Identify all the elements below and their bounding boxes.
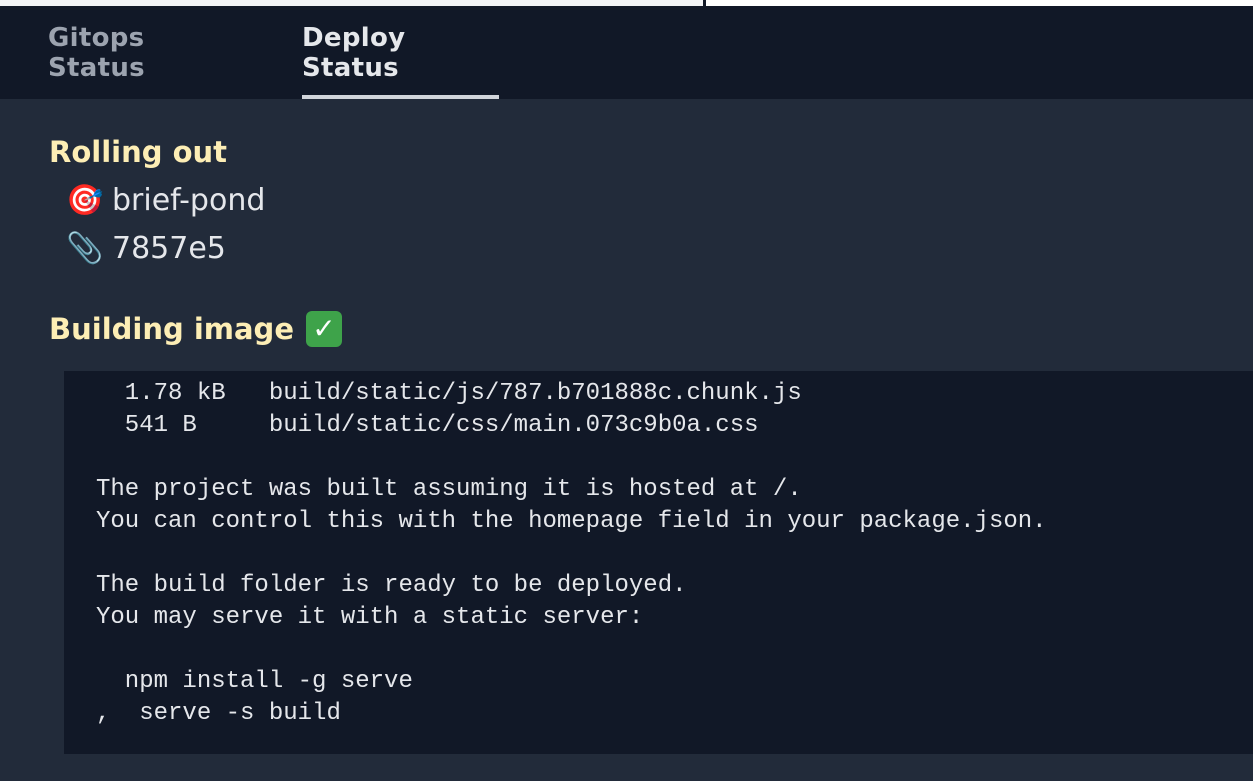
target-icon: 🎯 xyxy=(66,183,104,218)
build-log[interactable]: 1.78 kB build/static/js/787.b701888c.chu… xyxy=(64,371,1253,754)
log-line: , serve -s build xyxy=(96,700,341,727)
top-strip-left xyxy=(0,0,703,6)
building-image-heading: Building image ✓ xyxy=(49,311,342,347)
top-strip xyxy=(0,0,1253,7)
check-mark-icon: ✓ xyxy=(306,311,342,347)
tab-gitops-status[interactable]: Gitops Status xyxy=(48,7,238,99)
tab-gitops-status-label: Gitops Status xyxy=(48,23,145,83)
log-line: You may serve it with a static server: xyxy=(96,604,644,631)
rollout-commit-hash: 7857e5 xyxy=(112,231,226,266)
top-strip-right xyxy=(706,0,1253,6)
tab-deploy-status-label: Deploy Status xyxy=(302,23,406,83)
paperclip-icon: 📎 xyxy=(66,231,104,266)
tab-bar: Gitops Status Deploy Status xyxy=(0,7,1253,99)
bottom-padding xyxy=(0,755,1253,781)
log-line: npm install -g serve xyxy=(96,668,413,695)
deploy-status-panel: Rolling out 🎯 brief-pond 📎 7857e5 Buildi… xyxy=(0,99,1253,781)
log-line: The build folder is ready to be deployed… xyxy=(96,572,687,599)
log-line: 1.78 kB build/static/js/787.b701888c.chu… xyxy=(96,380,802,407)
rolling-out-title: Rolling out xyxy=(49,135,228,169)
building-image-title: Building image xyxy=(49,312,294,346)
rollout-commit: 📎 7857e5 xyxy=(66,231,226,266)
log-line: The project was built assuming it is hos… xyxy=(96,476,802,503)
rollout-target-name: brief-pond xyxy=(112,183,266,218)
log-line: You can control this with the homepage f… xyxy=(96,508,1047,535)
tab-deploy-status[interactable]: Deploy Status xyxy=(302,7,499,99)
rollout-target: 🎯 brief-pond xyxy=(66,183,265,218)
log-line: 541 B build/static/css/main.073c9b0a.css xyxy=(96,412,759,439)
rolling-out-heading: Rolling out xyxy=(49,135,227,169)
